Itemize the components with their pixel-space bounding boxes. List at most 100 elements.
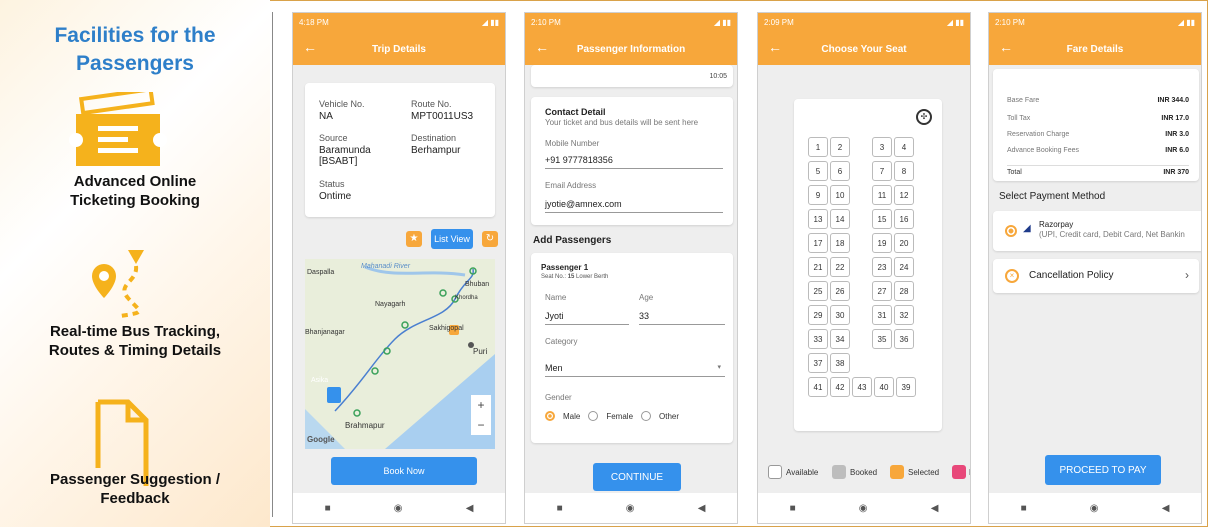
cancel-circle-icon: × (1005, 269, 1019, 283)
seat-button[interactable]: 31 (872, 305, 892, 325)
seat-button[interactable]: 39 (896, 377, 916, 397)
gender-male-radio[interactable] (545, 411, 555, 421)
recent-apps-icon[interactable]: ■ (325, 503, 331, 514)
payment-method-heading: Select Payment Method (999, 191, 1106, 202)
nav-bar: ■ ◉ ◀ (525, 493, 737, 523)
zoom-out-icon[interactable]: − (471, 415, 491, 435)
age-input[interactable]: 33 (639, 311, 725, 325)
phone-choose-seat: 2:09 PM ◢ ▮▮ ← Choose Your Seat ✣ 1234567… (757, 12, 971, 524)
nav-bar: ■ ◉ ◀ (989, 493, 1201, 523)
proceed-to-pay-button[interactable]: PROCEED TO PAY (1045, 455, 1161, 485)
zoom-in-icon[interactable]: + (471, 395, 491, 415)
seat-button[interactable]: 11 (872, 185, 892, 205)
gender-female-radio[interactable] (588, 411, 599, 421)
mobile-input[interactable]: +91 9777818356 (545, 155, 723, 169)
feature-ticketing: Advanced Online Ticketing Booking (70, 173, 200, 209)
seat-button[interactable]: 12 (894, 185, 914, 205)
back-icon[interactable]: ◀ (931, 503, 939, 514)
cancellation-policy-row[interactable]: × Cancellation Policy › (993, 259, 1199, 293)
list-view-button[interactable]: List View (431, 229, 473, 249)
fare-row: Base Fare INR 344.0 (1007, 97, 1189, 104)
facilities-title: Facilities for the Passengers (54, 24, 216, 75)
page-title: Fare Details (1066, 43, 1124, 55)
status-bar: 2:10 PM ◢ ▮▮ (989, 13, 1201, 33)
email-input[interactable]: jyotie@amnex.com (545, 199, 723, 213)
seat-button[interactable]: 37 (808, 353, 828, 373)
recent-apps-icon[interactable]: ■ (1021, 503, 1027, 514)
seat-button[interactable]: 40 (874, 377, 894, 397)
seat-button[interactable]: 1 (808, 137, 828, 157)
gender-radio-group: Male Female Other (545, 411, 679, 421)
zoom-controls[interactable]: + − (471, 395, 491, 435)
seat-button[interactable]: 43 (852, 377, 872, 397)
back-icon[interactable]: ◀ (698, 503, 706, 514)
seat-button[interactable]: 8 (894, 161, 914, 181)
favourite-star-icon[interactable]: ★ (406, 231, 422, 247)
gender-other-radio[interactable] (641, 411, 652, 421)
seat-button[interactable]: 27 (872, 281, 892, 301)
category-select[interactable]: Men ▾ (545, 363, 725, 377)
seat-button[interactable]: 14 (830, 209, 850, 229)
seat-button[interactable]: 4 (894, 137, 914, 157)
divider (272, 12, 273, 517)
seat-button[interactable]: 17 (808, 233, 828, 253)
seat-button[interactable]: 16 (894, 209, 914, 229)
back-arrow-icon[interactable]: ← (768, 39, 782, 55)
seat-button[interactable]: 20 (894, 233, 914, 253)
phone-fare-details: 2:10 PM ◢ ▮▮ ← Fare Details Base Fare INR … (988, 12, 1202, 524)
home-icon[interactable]: ◉ (626, 503, 635, 514)
seat-button[interactable]: 29 (808, 305, 828, 325)
status-bar: 4:18 PM ◢ ▮▮ (293, 13, 505, 33)
seat-button[interactable]: 34 (830, 329, 850, 349)
name-input[interactable]: Jyoti (545, 311, 629, 325)
seat-button[interactable]: 22 (830, 257, 850, 277)
seat-button[interactable]: 6 (830, 161, 850, 181)
seat-button[interactable]: 7 (872, 161, 892, 181)
fare-row: Advance Booking Fees INR 6.0 (1007, 147, 1189, 154)
seat-button[interactable]: 36 (894, 329, 914, 349)
seat-button[interactable]: 21 (808, 257, 828, 277)
seat-button[interactable]: 10 (830, 185, 850, 205)
seat-button[interactable]: 5 (808, 161, 828, 181)
seat-button[interactable]: 9 (808, 185, 828, 205)
continue-button[interactable]: CONTINUE (593, 463, 681, 491)
seat-button[interactable]: 30 (830, 305, 850, 325)
app-bar: ← Passenger Information (525, 33, 737, 65)
signal-icon: ◢ ▮▮ (713, 18, 731, 27)
back-icon[interactable]: ◀ (466, 503, 474, 514)
legend-selected-swatch (890, 465, 904, 479)
trip-summary-card: 10:05 (531, 65, 733, 87)
recent-apps-icon[interactable]: ■ (790, 503, 796, 514)
home-icon[interactable]: ◉ (1090, 503, 1099, 514)
seat-button[interactable]: 19 (872, 233, 892, 253)
seat-button[interactable]: 41 (808, 377, 828, 397)
seat-button[interactable]: 24 (894, 257, 914, 277)
seat-button[interactable]: 25 (808, 281, 828, 301)
home-icon[interactable]: ◉ (859, 503, 868, 514)
seat-button[interactable]: 2 (830, 137, 850, 157)
seat-button[interactable]: 32 (894, 305, 914, 325)
seat-button[interactable]: 35 (872, 329, 892, 349)
seat-button[interactable]: 3 (872, 137, 892, 157)
recent-apps-icon[interactable]: ■ (557, 503, 563, 514)
seat-button[interactable]: 33 (808, 329, 828, 349)
route-map[interactable]: Daspalla Mahanadi River Bhuban Nayagarh … (305, 259, 495, 449)
back-arrow-icon[interactable]: ← (535, 39, 549, 55)
book-now-button[interactable]: Book Now (331, 457, 477, 485)
back-icon[interactable]: ◀ (1162, 503, 1170, 514)
seat-button[interactable]: 26 (830, 281, 850, 301)
seat-button[interactable]: 15 (872, 209, 892, 229)
nav-bar: ■ ◉ ◀ (293, 493, 505, 523)
seat-button[interactable]: 23 (872, 257, 892, 277)
razorpay-radio[interactable] (1005, 225, 1017, 237)
refresh-icon[interactable]: ↻ (482, 231, 498, 247)
seat-button[interactable]: 18 (830, 233, 850, 253)
seat-button[interactable]: 28 (894, 281, 914, 301)
back-arrow-icon[interactable]: ← (303, 39, 317, 55)
seat-button[interactable]: 13 (808, 209, 828, 229)
back-arrow-icon[interactable]: ← (999, 39, 1013, 55)
seat-button[interactable]: 42 (830, 377, 850, 397)
razorpay-option[interactable]: ◢ Razorpay (UPI, Credit card, Debit Card… (993, 211, 1201, 251)
home-icon[interactable]: ◉ (394, 503, 403, 514)
seat-button[interactable]: 38 (830, 353, 850, 373)
